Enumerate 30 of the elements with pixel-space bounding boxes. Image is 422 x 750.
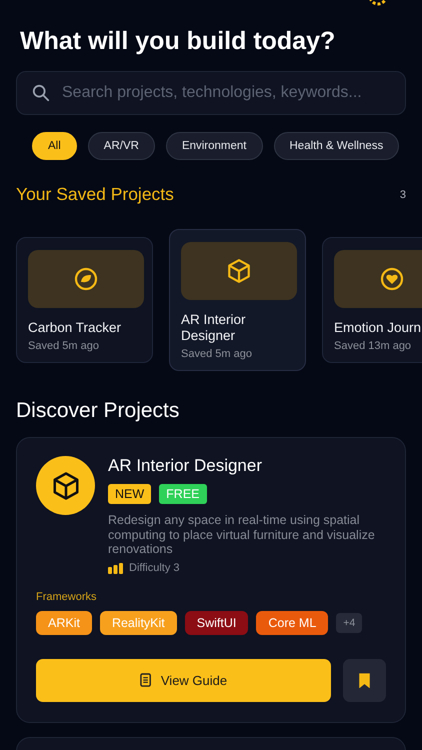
search-field[interactable]: Search projects, technologies, keywords...: [16, 71, 406, 115]
framework-tag: SwiftUI: [184, 611, 248, 636]
saved-time: Saved 5m ago: [181, 348, 253, 360]
saved-project-card[interactable]: Emotion Journ Saved 13m ago: [322, 237, 422, 363]
project-name: Carbon Tracker: [28, 320, 122, 336]
project-description: Redesign any space in real-time using spatial computing to place virtual furniture and visualize renovations: [108, 513, 376, 558]
framework-tag: Core ML: [256, 611, 328, 636]
filter-chip[interactable]: All: [32, 132, 77, 160]
frameworks-label: Frameworks: [36, 591, 98, 604]
framework-tag: ARKit: [36, 611, 92, 636]
page-title: What will you build today?: [20, 26, 336, 56]
project-name: AR Interior Designer: [181, 312, 247, 344]
section-title: Your Saved Projects: [16, 184, 174, 205]
saved-count: 3: [400, 188, 406, 200]
tag: NEW: [108, 484, 152, 504]
view-guide-button[interactable]: View Guide: [36, 659, 331, 702]
saved-project-card[interactable]: AR Interior Designer Saved 5m ago: [169, 229, 306, 371]
filter-chip[interactable]: Environment: [166, 132, 262, 160]
saved-time: Saved 5m ago: [28, 340, 100, 352]
filter-chip[interactable]: Health & Wellness: [274, 132, 400, 160]
project-name: Emotion Journ: [334, 320, 422, 336]
tag: FREE: [159, 484, 207, 504]
filter-chip[interactable]: AR/VR: [88, 132, 155, 160]
section-title: Discover Projects: [16, 399, 180, 423]
saved-project-card[interactable]: Carbon Tracker Saved 5m ago: [16, 237, 153, 363]
project-title: AR Interior Designer: [108, 456, 264, 476]
framework-tag: RealityKit: [100, 611, 177, 636]
more-tag: +4: [336, 613, 362, 634]
saved-time: Saved 13m ago: [334, 340, 412, 352]
difficulty-label: Difficulty 3: [129, 562, 180, 574]
